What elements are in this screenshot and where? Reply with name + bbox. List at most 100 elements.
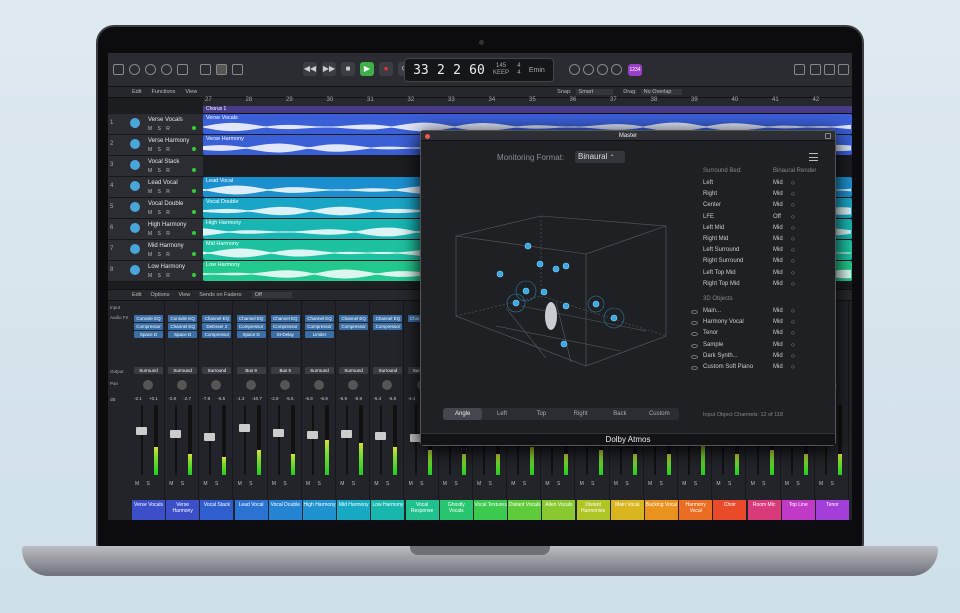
eye-icon[interactable]	[691, 343, 698, 348]
strip-name[interactable]: Tenor	[816, 500, 849, 520]
user-badge[interactable]: 1234	[628, 64, 642, 76]
room-visualizer[interactable]	[446, 206, 676, 386]
count-in-icon[interactable]	[583, 64, 594, 75]
strip-name[interactable]: Lead Vocal	[234, 500, 268, 520]
strip-mute-solo[interactable]: M S	[819, 481, 837, 487]
plugin-slot[interactable]: Channel EQ	[270, 315, 300, 322]
plugin-slot[interactable]: Channel EQ	[236, 315, 266, 322]
render-mode-select[interactable]: Mid	[773, 191, 783, 197]
volume-fader[interactable]	[375, 432, 387, 440]
pan-knob[interactable]	[313, 379, 325, 391]
strip-name[interactable]: Verse Harmony	[166, 500, 200, 520]
render-mode-select[interactable]: Mid	[773, 281, 783, 287]
view-tab-top[interactable]: Top	[522, 408, 561, 420]
render-mode-select[interactable]: Mid	[773, 342, 783, 348]
track-mute-solo-record[interactable]: M S R	[148, 147, 172, 153]
plugin-slot[interactable]: Space D	[236, 331, 266, 338]
track-mute-solo-record[interactable]: M S R	[148, 252, 172, 258]
object-point[interactable]	[496, 270, 504, 278]
object-row[interactable]: Dark Synth... Mid ◇	[691, 353, 823, 363]
plugin-slot[interactable]: Space D	[134, 331, 163, 338]
bed-channel-row[interactable]: LFE Off ◇	[703, 214, 823, 224]
output-slot[interactable]: Bus 5	[270, 367, 300, 374]
expand-icon[interactable]	[825, 133, 831, 139]
track-mute-solo-record[interactable]: M S R	[148, 210, 172, 216]
snap-select[interactable]: Smart	[575, 89, 614, 95]
strip-name[interactable]: Low Harmony	[371, 500, 405, 520]
view-tab-back[interactable]: Back	[600, 408, 639, 420]
pan-knob[interactable]	[278, 379, 291, 391]
strip-mute-solo[interactable]: M S	[580, 481, 598, 487]
plugin-slot[interactable]: Compressor	[236, 323, 266, 330]
play-button[interactable]: ▶	[360, 62, 374, 76]
plugin-slot[interactable]: Channel EQ	[168, 323, 198, 330]
list-editor-icon[interactable]	[794, 64, 805, 75]
strip-mute-solo[interactable]: M S	[751, 481, 769, 487]
track-header[interactable]: 8 Low Harmony M S R	[108, 261, 203, 282]
strip-name[interactable]: Main Vocal	[610, 500, 644, 520]
strip-name[interactable]: Distant Vocals	[508, 500, 542, 520]
plugin-slot[interactable]: Console EQ	[168, 315, 198, 322]
stop-icon[interactable]: ■	[341, 62, 355, 76]
plugin-slot[interactable]: Channel EQ	[339, 315, 369, 322]
render-mode-select[interactable]: Mid	[773, 247, 783, 253]
editors-icon[interactable]	[200, 64, 211, 75]
strip-mute-solo[interactable]: M S	[785, 481, 803, 487]
track-on-led[interactable]	[192, 126, 196, 130]
object-row[interactable]: Sample Mid ◇	[691, 342, 823, 352]
replace-icon[interactable]	[611, 64, 622, 75]
record-button[interactable]: ●	[379, 62, 393, 76]
render-mode-select[interactable]: Mid	[773, 258, 783, 264]
strip-name[interactable]: High Harmony	[303, 500, 336, 520]
volume-fader[interactable]	[204, 433, 216, 441]
object-row[interactable]: Custom Soft Piano Mid ◇	[691, 364, 823, 374]
loop-browser-icon[interactable]	[824, 64, 835, 75]
plugin-slot[interactable]: St-Delay	[270, 331, 300, 338]
track-on-led[interactable]	[192, 147, 196, 151]
master-titlebar[interactable]: Master	[421, 131, 835, 141]
object-point[interactable]	[552, 265, 560, 273]
pan-knob[interactable]	[244, 379, 257, 391]
mixer-options-menu[interactable]: Options	[150, 292, 169, 298]
strip-mute-solo[interactable]: M S	[682, 481, 700, 487]
strip-name[interactable]: Distant Harmonies	[576, 500, 610, 520]
tuning-fork-icon[interactable]	[597, 64, 608, 75]
volume-fader[interactable]	[272, 429, 284, 437]
output-slot[interactable]: Surround	[134, 367, 163, 374]
strip-name[interactable]: Alien Vocals	[542, 500, 576, 520]
rewind-icon[interactable]: ◀◀	[303, 62, 317, 76]
track-on-led[interactable]	[192, 210, 196, 214]
strip-name[interactable]: Backing Vocal	[645, 500, 678, 520]
object-row[interactable]: Tenor Mid ◇	[691, 330, 823, 340]
track-header[interactable]: 1 Verse Vocals M S R	[108, 114, 203, 135]
track-on-led[interactable]	[192, 168, 196, 172]
plugin-slot[interactable]: Compressor	[339, 323, 369, 330]
close-icon[interactable]	[425, 134, 430, 139]
bed-channel-row[interactable]: Left Top Mid Mid ◇	[703, 270, 823, 280]
plugin-slot[interactable]: Space D	[168, 331, 198, 338]
object-row[interactable]: Main... Mid ◇	[691, 308, 823, 318]
strip-mute-solo[interactable]: M S	[340, 481, 358, 487]
pan-knob[interactable]	[176, 379, 189, 391]
strip-mute-solo[interactable]: M S	[443, 481, 461, 487]
strip-mute-solo[interactable]: M S	[409, 481, 427, 487]
output-slot[interactable]: Surround	[168, 367, 198, 374]
render-mode-select[interactable]: Mid	[773, 180, 783, 186]
plugin-slot[interactable]: Channel EQ	[202, 315, 232, 322]
render-mode-select[interactable]: Mid	[773, 364, 783, 370]
strip-name[interactable]: Choir	[713, 500, 747, 520]
output-slot[interactable]: Surround	[305, 367, 334, 374]
metronome-icon[interactable]	[569, 64, 580, 75]
bed-channel-row[interactable]: Left Surround Mid ◇	[703, 247, 823, 257]
pan-knob[interactable]	[142, 379, 154, 391]
strip-name[interactable]: Vocal Double	[268, 500, 302, 520]
strip-mute-solo[interactable]: M S	[306, 481, 324, 487]
strip-mute-solo[interactable]: M S	[272, 481, 290, 487]
track-mute-solo-record[interactable]: M S R	[148, 189, 172, 195]
lcd-display[interactable]: 33 2 2 60 145 KEEP 44 Emin	[404, 58, 554, 82]
strip-mute-solo[interactable]: M S	[477, 481, 495, 487]
pan-knob[interactable]	[210, 379, 223, 391]
object-point[interactable]	[540, 288, 548, 296]
strip-name[interactable]: Vocal Textures	[474, 500, 507, 520]
render-mode-select[interactable]: Mid	[773, 353, 783, 359]
